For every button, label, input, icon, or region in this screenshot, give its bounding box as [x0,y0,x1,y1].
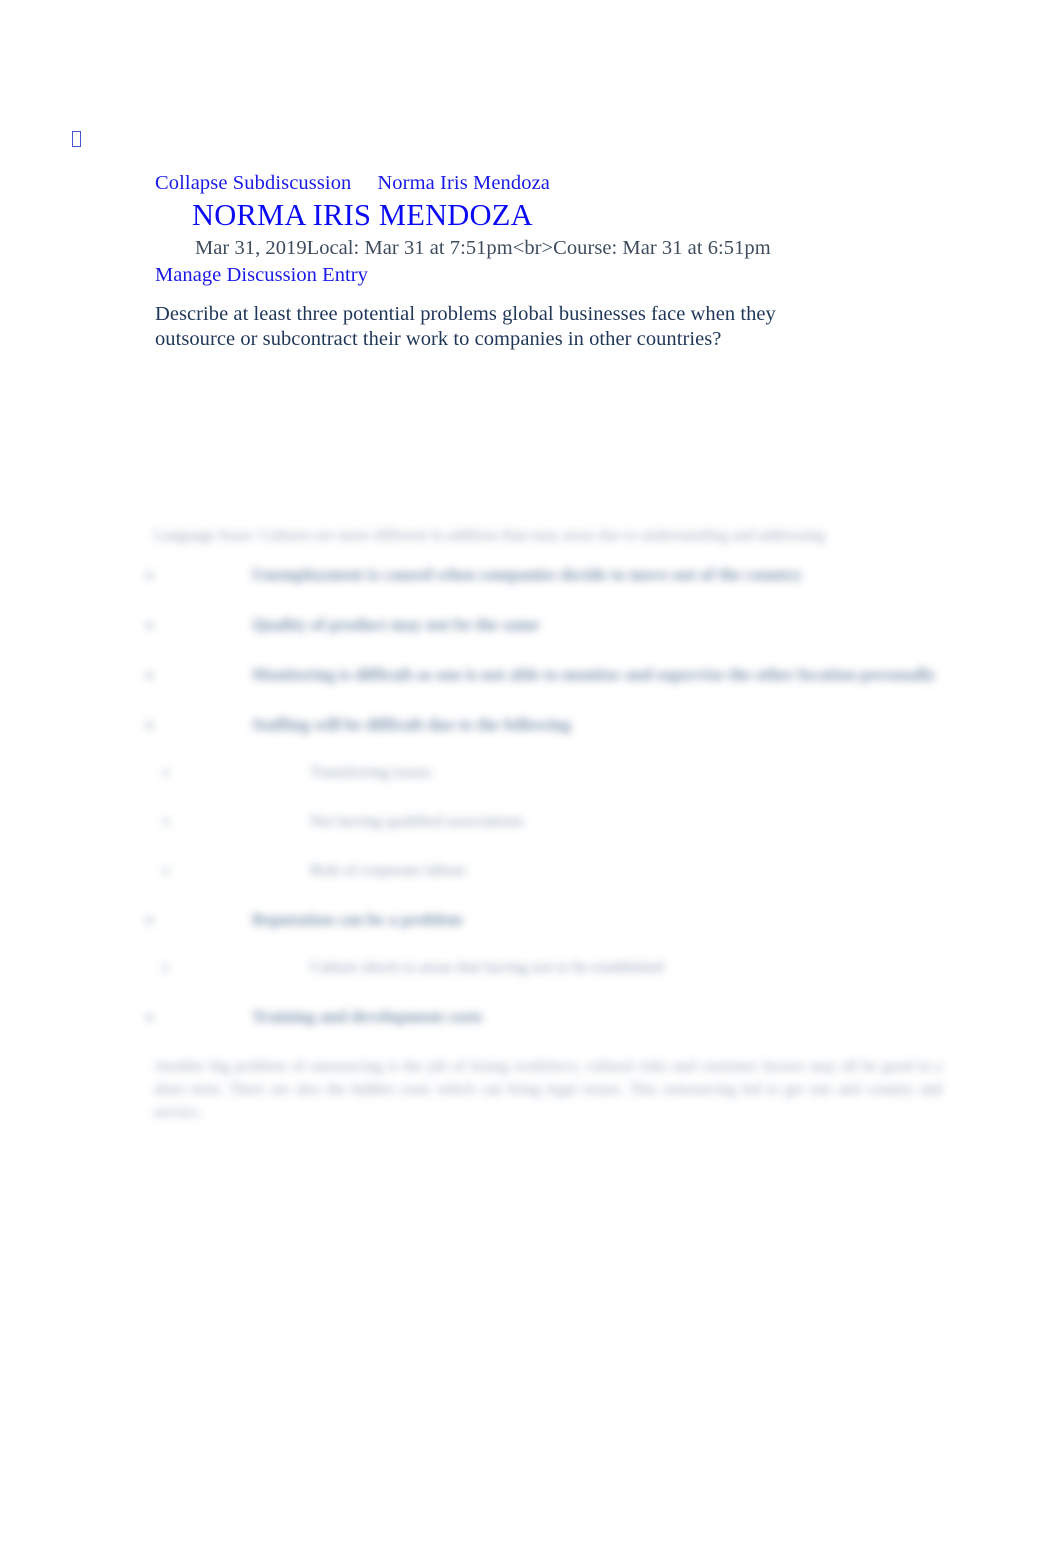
list-item: Transferring issues [140,761,952,784]
list-item: Unemployment is caused when companies de… [140,563,952,587]
answer-sublist-reputation: Culture shock to areas that having not t… [140,956,952,979]
answer-bullet-list-continued: Reputation can be a problem [140,908,952,932]
entry-link-row: Collapse Subdiscussion Norma Iris Mendoza [155,170,1035,196]
entry-timestamp: Mar 31, 2019Local: Mar 31 at 7:51pm<br>C… [195,237,771,259]
answer-bullet-list: Unemployment is caused when companies de… [140,563,952,737]
answer-closing-paragraph: Another big problem of outsourcing is th… [154,1058,942,1121]
list-item: Reputation can be a problem [140,908,952,932]
list-item: Culture shock to areas that having not t… [140,956,952,979]
list-item: Monitoring is difficult as one is not ab… [140,663,952,687]
list-item: Risk of corporate labour [140,859,952,882]
list-item: Training and development costs [140,1005,952,1029]
list-item: Not having qualified associations [140,810,952,833]
manage-discussion-entry-link[interactable]: Manage Discussion Entry [155,262,1035,288]
author-name-link[interactable]: Norma Iris Mendoza [377,172,550,194]
redacted-answer-body: Language Issue: Cultures are more differ… [140,524,952,1124]
answer-sublist-staffing: Transferring issues Not having qualified… [140,761,952,882]
missing-glyph-icon [72,131,81,147]
collapse-subdiscussion-link[interactable]: Collapse Subdiscussion [155,172,351,194]
document-page: Collapse Subdiscussion Norma Iris Mendoza… [0,0,1062,1561]
list-item: Quality of product may not be the same [140,613,952,637]
answer-bullet-list-final: Training and development costs [140,1005,952,1029]
entry-author-heading: NORMA IRIS MENDOZA [192,198,533,232]
discussion-prompt-text: Describe at least three potential proble… [155,303,776,350]
list-item: Staffing will be difficult due to the fo… [140,713,952,737]
answer-intro-paragraph: Language Issue: Cultures are more differ… [154,527,825,544]
discussion-entry-header: Collapse Subdiscussion Norma Iris Mendoza… [155,170,1035,288]
